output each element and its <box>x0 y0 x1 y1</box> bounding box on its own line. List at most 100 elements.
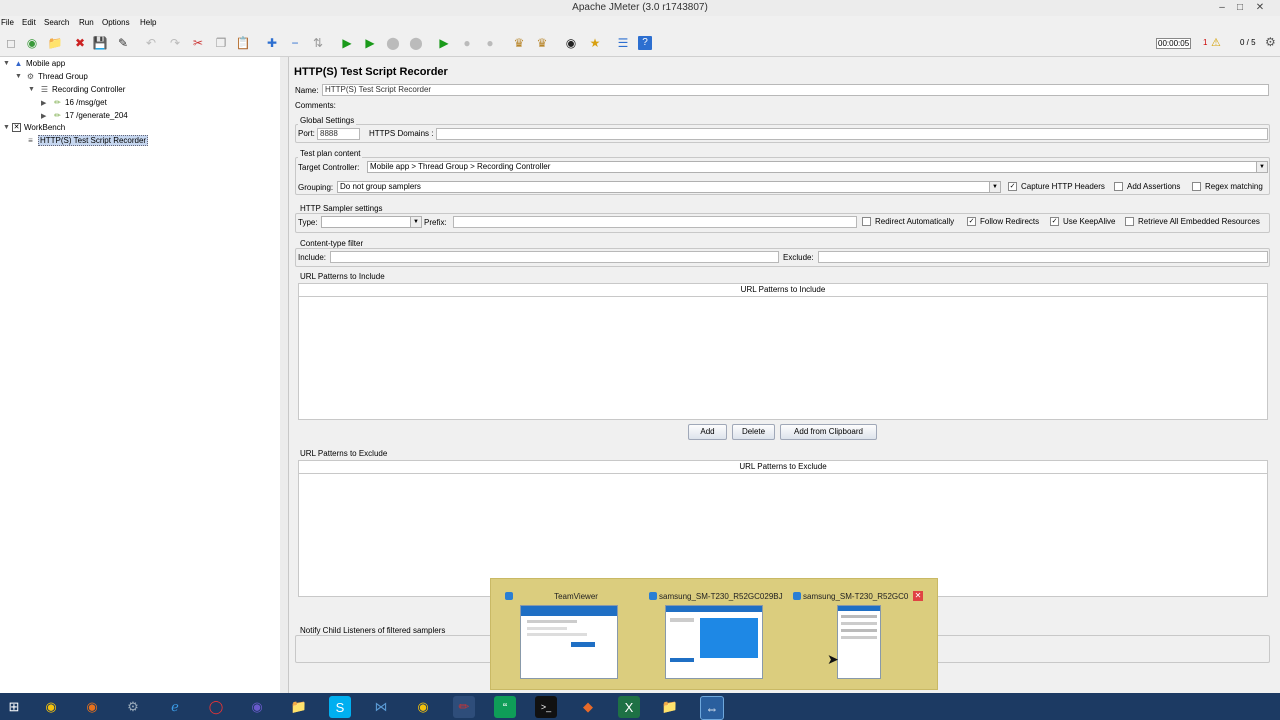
target-controller-select[interactable]: Mobile app > Thread Group > Recording Co… <box>367 161 1268 173</box>
help-icon[interactable]: ? <box>638 36 652 50</box>
visual-studio-icon[interactable]: ⋈ <box>370 696 392 718</box>
close-plan-icon[interactable]: ✖ <box>71 34 89 52</box>
name-label: Name: <box>295 86 319 95</box>
skype-icon[interactable]: S <box>329 696 351 718</box>
exclude-label: Exclude: <box>783 253 814 262</box>
search-icon[interactable]: ◉ <box>562 34 580 52</box>
start-button-icon[interactable]: ⊞ <box>3 696 25 718</box>
collapse-toggle-icon[interactable]: ▼ <box>3 60 10 67</box>
follow-redirects-checkbox[interactable]: ✓ Follow Redirects <box>967 217 1039 226</box>
clear-all-icon[interactable]: ♛ <box>533 34 551 52</box>
collapse-toggle-icon[interactable]: ▼ <box>3 124 10 131</box>
menu-edit[interactable]: Edit <box>22 18 36 27</box>
expand-all-icon[interactable]: ✚ <box>263 34 281 52</box>
prefix-field[interactable] <box>453 216 857 228</box>
tree-item-workbench[interactable]: ✕ WorkBench <box>12 122 65 133</box>
excel-icon[interactable]: X <box>618 696 640 718</box>
menu-run[interactable]: Run <box>79 18 94 27</box>
internet-explorer-icon[interactable]: ℯ <box>164 696 186 718</box>
thumbnail-teamviewer[interactable]: TeamViewer <box>495 579 641 687</box>
cut-icon[interactable]: ✂ <box>189 34 207 52</box>
name-field[interactable]: HTTP(S) Test Script Recorder <box>322 84 1269 96</box>
port-label: Port: <box>298 129 315 138</box>
chrome-canary-icon[interactable]: ◉ <box>412 696 434 718</box>
remote-shutdown-icon[interactable]: ● <box>481 34 499 52</box>
remote-start-icon[interactable]: ▶ <box>435 34 453 52</box>
jmeter-icon[interactable]: ✏ <box>453 696 475 718</box>
thumbnail-samsung-2[interactable]: samsung_SM-T230_R52GC0... ✕ ➤ <box>787 579 933 687</box>
regex-matching-checkbox[interactable]: Regex matching <box>1192 182 1263 191</box>
undo-icon[interactable]: ↶ <box>142 34 160 52</box>
exclude-field[interactable] <box>818 251 1268 263</box>
exclude-patterns-table[interactable]: URL Patterns to Exclude <box>298 460 1268 597</box>
use-keepalive-checkbox[interactable]: ✓ Use KeepAlive <box>1050 217 1115 226</box>
menu-options[interactable]: Options <box>102 18 130 27</box>
collapse-toggle-icon[interactable]: ▼ <box>28 86 35 93</box>
https-domains-field[interactable] <box>436 128 1268 140</box>
tree-item-sampler-generate-204[interactable]: ✏ 17 /generate_204 <box>53 110 128 121</box>
retrieve-embedded-checkbox[interactable]: Retrieve All Embedded Resources <box>1125 217 1260 226</box>
exclude-patterns-title: URL Patterns to Exclude <box>298 449 390 458</box>
firefox-icon[interactable]: ◉ <box>81 696 103 718</box>
hangouts-icon[interactable]: “ <box>494 696 516 718</box>
expand-toggle-icon[interactable]: ▶ <box>41 112 46 120</box>
git-icon[interactable]: ◆ <box>577 696 599 718</box>
paste-icon[interactable]: 📋 <box>234 34 252 52</box>
capture-headers-checkbox[interactable]: ✓ Capture HTTP Headers <box>1008 182 1105 191</box>
reset-search-icon[interactable]: ★ <box>586 34 604 52</box>
command-prompt-icon[interactable]: >_ <box>535 696 557 718</box>
tree-item-sampler-msg-get[interactable]: ✏ 16 /msg/get <box>53 97 107 108</box>
expand-toggle-icon[interactable]: ▶ <box>41 99 46 107</box>
start-no-pauses-icon[interactable]: ▶ <box>361 34 379 52</box>
menu-search[interactable]: Search <box>44 18 69 27</box>
clear-icon[interactable]: ♛ <box>510 34 528 52</box>
save-as-icon[interactable]: ✎ <box>114 34 132 52</box>
thumbnail-samsung-1[interactable]: samsung_SM-T230_R52GC029BJ... <box>641 579 787 687</box>
tree-item-recording-controller[interactable]: ☰ Recording Controller <box>40 84 125 95</box>
redo-icon[interactable]: ↷ <box>166 34 184 52</box>
split-pane-divider[interactable] <box>280 57 289 693</box>
include-patterns-table[interactable]: URL Patterns to Include <box>298 283 1268 420</box>
teamviewer-taskbar-icon[interactable]: ⇔ <box>700 696 724 720</box>
type-select[interactable]: ▼ <box>321 216 422 228</box>
open-icon[interactable]: 📁 <box>46 34 64 52</box>
toggle-icon[interactable]: ⇅ <box>309 34 327 52</box>
folder-icon[interactable]: 📁 <box>659 696 681 718</box>
chevron-down-icon: ▼ <box>1256 162 1267 172</box>
close-button[interactable]: ✕ <box>1251 1 1269 14</box>
collapse-all-icon[interactable]: − <box>286 34 304 52</box>
redirect-automatically-checkbox[interactable]: Redirect Automatically <box>862 217 954 226</box>
grouping-select[interactable]: Do not group samplers ▼ <box>337 181 1001 193</box>
templates-icon[interactable]: ◉ <box>23 34 41 52</box>
new-icon[interactable]: ◻ <box>2 34 20 52</box>
collapse-toggle-icon[interactable]: ▼ <box>15 73 22 80</box>
stop-icon[interactable]: ⬤ <box>384 34 402 52</box>
opera-icon[interactable]: ◯ <box>205 696 227 718</box>
menu-file[interactable]: File <box>1 18 14 27</box>
add-assertions-checkbox[interactable]: Add Assertions <box>1114 182 1180 191</box>
close-icon[interactable]: ✕ <box>913 591 923 601</box>
warning-icon[interactable]: ⚠ <box>1211 36 1221 49</box>
start-icon[interactable]: ▶ <box>338 34 356 52</box>
tree-item-thread-group[interactable]: ⚙ Thread Group <box>26 71 88 82</box>
minimize-button[interactable]: – <box>1213 1 1231 14</box>
tree-item-mobile-app[interactable]: ▲ Mobile app <box>14 58 66 69</box>
shutdown-icon[interactable]: ⬤ <box>407 34 425 52</box>
copy-icon[interactable]: ❐ <box>212 34 230 52</box>
remote-stop-icon[interactable]: ● <box>458 34 476 52</box>
chrome-icon[interactable]: ◉ <box>40 696 62 718</box>
include-field[interactable] <box>330 251 779 263</box>
maximize-button[interactable]: □ <box>1231 1 1249 14</box>
file-explorer-icon[interactable]: 📁 <box>288 696 310 718</box>
delete-button[interactable]: Delete <box>732 424 775 440</box>
port-field[interactable]: 8888 <box>317 128 360 140</box>
function-helper-icon[interactable]: ☰ <box>614 34 632 52</box>
eclipse-icon[interactable]: ◉ <box>246 696 268 718</box>
remote-status-icon[interactable]: ⚙ <box>1265 35 1276 49</box>
add-from-clipboard-button[interactable]: Add from Clipboard <box>780 424 877 440</box>
menu-help[interactable]: Help <box>140 18 156 27</box>
add-button[interactable]: Add <box>688 424 727 440</box>
save-icon[interactable]: 💾 <box>91 34 109 52</box>
network-tool-icon[interactable]: ⚙ <box>122 696 144 718</box>
tree-item-recorder[interactable]: ≡ HTTP(S) Test Script Recorder <box>26 135 149 146</box>
